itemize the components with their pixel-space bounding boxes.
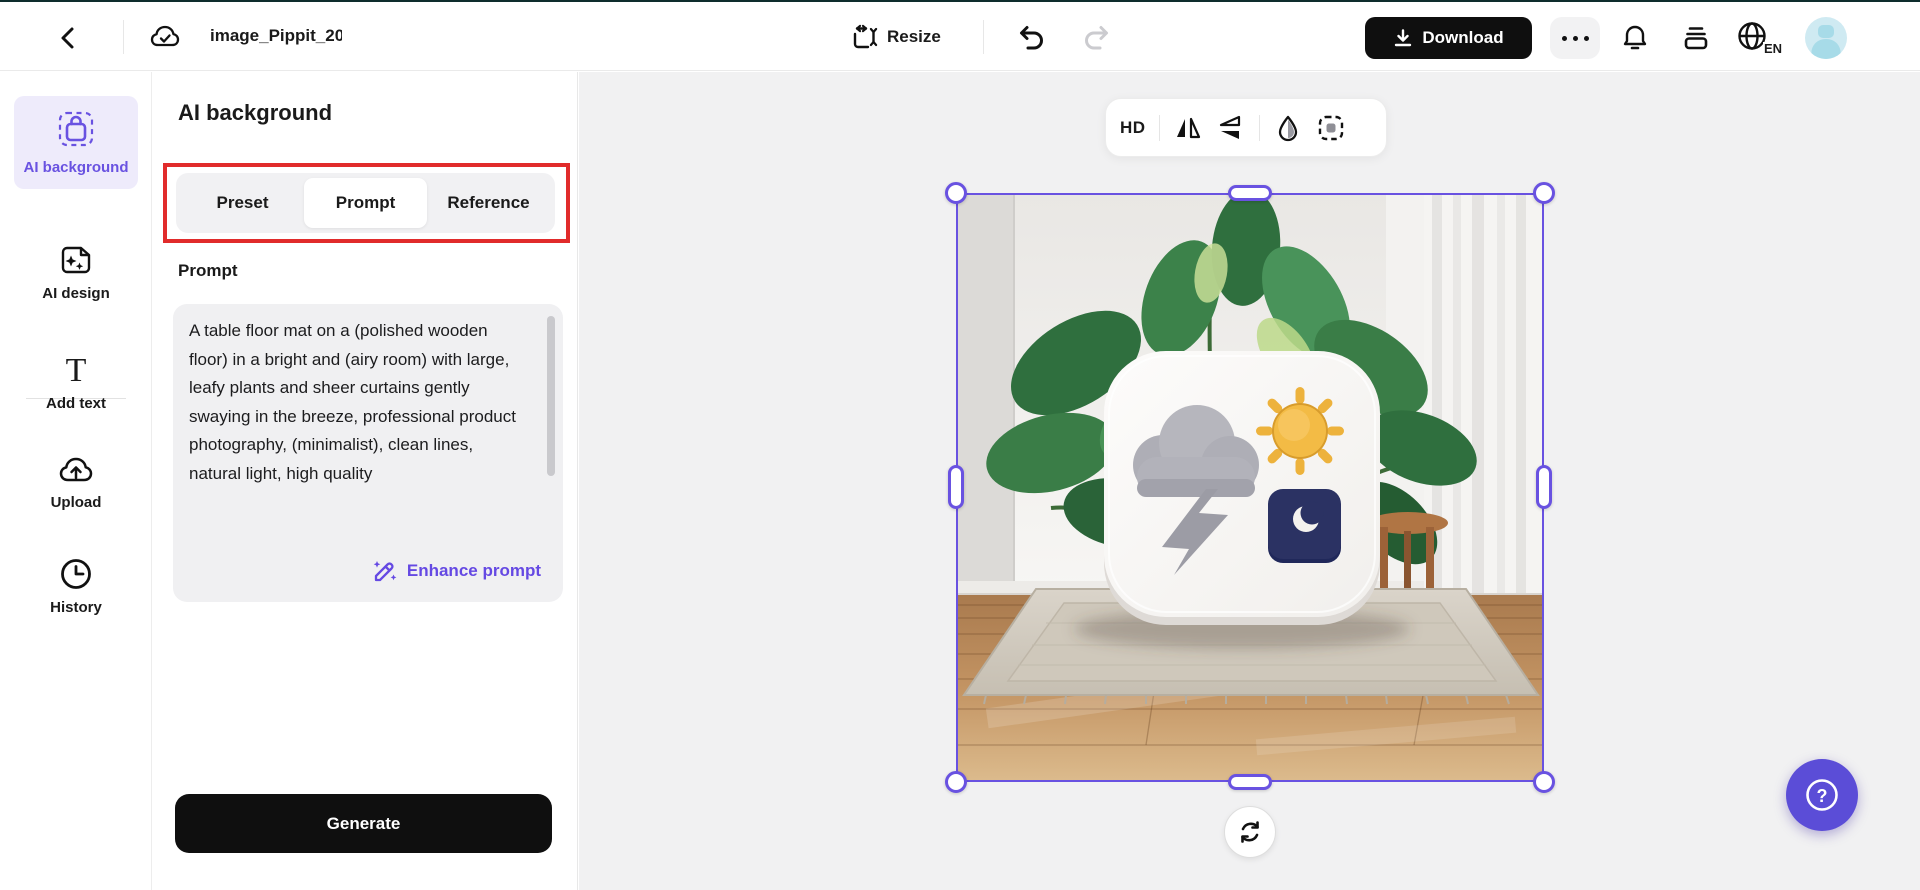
hd-button[interactable]: HD: [1120, 118, 1146, 138]
redo-icon: [1083, 24, 1113, 52]
image-toolbar: HD: [1105, 98, 1387, 157]
add-text-icon: T: [66, 354, 87, 388]
cloud-saved-icon: [148, 21, 182, 53]
question-icon: ?: [1803, 776, 1841, 814]
selection-handle-left[interactable]: [948, 465, 964, 509]
language-button[interactable]: EN: [1736, 20, 1780, 56]
room-scene-image: [956, 193, 1544, 782]
upload-icon: [57, 453, 95, 487]
toolbar-divider: [1159, 115, 1160, 141]
panel-title: AI background: [178, 100, 332, 126]
ai-background-icon: [54, 108, 98, 152]
generate-button[interactable]: Generate: [175, 794, 552, 853]
resize-button[interactable]: Resize: [851, 20, 941, 54]
flip-vertical-button[interactable]: [1216, 113, 1246, 143]
stack-icon: [1682, 24, 1710, 52]
canvas-image[interactable]: [956, 193, 1544, 782]
selection-handle-bottom-right[interactable]: [1533, 771, 1555, 793]
sidebar-label: Add text: [46, 394, 106, 413]
selection-handle-bottom[interactable]: [1228, 774, 1272, 790]
selection-handle-bottom-left[interactable]: [945, 771, 967, 793]
prompt-text[interactable]: A table floor mat on a (polished wooden …: [189, 317, 525, 500]
sidebar-item-ai-design[interactable]: AI design: [14, 242, 138, 303]
opacity-button[interactable]: [1273, 113, 1303, 143]
tab-prompt[interactable]: Prompt: [304, 178, 427, 228]
ai-background-panel: AI background Preset Prompt Reference Pr…: [153, 72, 578, 890]
sidebar-item-add-text[interactable]: T Add text: [14, 354, 138, 413]
help-button[interactable]: ?: [1786, 759, 1858, 831]
weather-icon-tile: [1074, 351, 1410, 649]
sidebar-item-ai-background[interactable]: AI background: [14, 96, 138, 189]
selection-handle-right[interactable]: [1536, 465, 1552, 509]
workspace-stack-button[interactable]: [1680, 22, 1712, 54]
tab-preset[interactable]: Preset: [181, 178, 304, 228]
dot: [1584, 36, 1589, 41]
prompt-section-label: Prompt: [178, 261, 238, 281]
header-divider-2: [983, 20, 984, 54]
selection-handle-top-right[interactable]: [1533, 182, 1555, 204]
magic-pen-icon: [372, 558, 398, 584]
bell-icon: [1621, 23, 1649, 53]
selection-handle-top-left[interactable]: [945, 182, 967, 204]
avatar[interactable]: [1805, 17, 1847, 59]
resize-icon: [851, 24, 878, 51]
sidebar: AI background AI design T Add text Uploa…: [0, 72, 152, 890]
undo-icon: [1015, 24, 1045, 52]
sidebar-label: AI design: [42, 284, 110, 303]
select-subject-icon: [1317, 114, 1345, 142]
select-subject-button[interactable]: [1316, 113, 1346, 143]
download-icon: [1393, 28, 1413, 48]
selection-handle-top[interactable]: [1228, 185, 1272, 201]
enhance-prompt-label: Enhance prompt: [407, 561, 541, 581]
enhance-prompt-button[interactable]: Enhance prompt: [372, 558, 541, 584]
sun: [1256, 387, 1344, 475]
tab-reference[interactable]: Reference: [427, 178, 550, 228]
sidebar-label: AI background: [23, 158, 128, 177]
flip-horizontal-button[interactable]: [1173, 113, 1203, 143]
moon-square: [1268, 489, 1341, 563]
flip-horizontal-icon: [1174, 115, 1202, 141]
dot: [1562, 36, 1567, 41]
sidebar-item-history[interactable]: History: [14, 556, 138, 617]
notifications-button[interactable]: [1618, 21, 1652, 55]
top-bar: image_Pippit_20 Resize Download: [0, 2, 1920, 71]
history-icon: [58, 556, 94, 592]
toolbar-divider: [1259, 115, 1260, 141]
download-button[interactable]: Download: [1365, 17, 1532, 59]
header-divider: [123, 20, 124, 54]
chevron-left-icon: [57, 26, 79, 50]
prompt-input[interactable]: A table floor mat on a (polished wooden …: [173, 304, 563, 602]
dot: [1573, 36, 1578, 41]
canvas-area[interactable]: HD: [579, 72, 1920, 890]
resize-label: Resize: [887, 27, 941, 47]
tab-bar: Preset Prompt Reference: [176, 173, 555, 233]
svg-text:?: ?: [1817, 786, 1828, 806]
sidebar-label: History: [50, 598, 102, 617]
refresh-icon: [1237, 819, 1263, 845]
app-root: image_Pippit_20 Resize Download: [0, 0, 1920, 890]
ai-design-icon: [57, 242, 95, 278]
droplet-icon: [1276, 114, 1300, 142]
regenerate-button[interactable]: [1224, 806, 1276, 858]
undo-button[interactable]: [1012, 22, 1048, 54]
flip-vertical-icon: [1217, 115, 1245, 141]
person-icon: [1805, 17, 1847, 59]
prompt-scrollbar[interactable]: [547, 316, 555, 476]
sidebar-item-upload[interactable]: Upload: [14, 453, 138, 512]
language-label: EN: [1763, 42, 1782, 55]
sidebar-label: Upload: [51, 493, 102, 512]
download-label: Download: [1422, 28, 1503, 48]
back-button[interactable]: [50, 20, 86, 56]
document-title[interactable]: image_Pippit_20: [210, 26, 342, 50]
redo-button[interactable]: [1080, 22, 1116, 54]
more-options-button[interactable]: [1550, 17, 1600, 59]
